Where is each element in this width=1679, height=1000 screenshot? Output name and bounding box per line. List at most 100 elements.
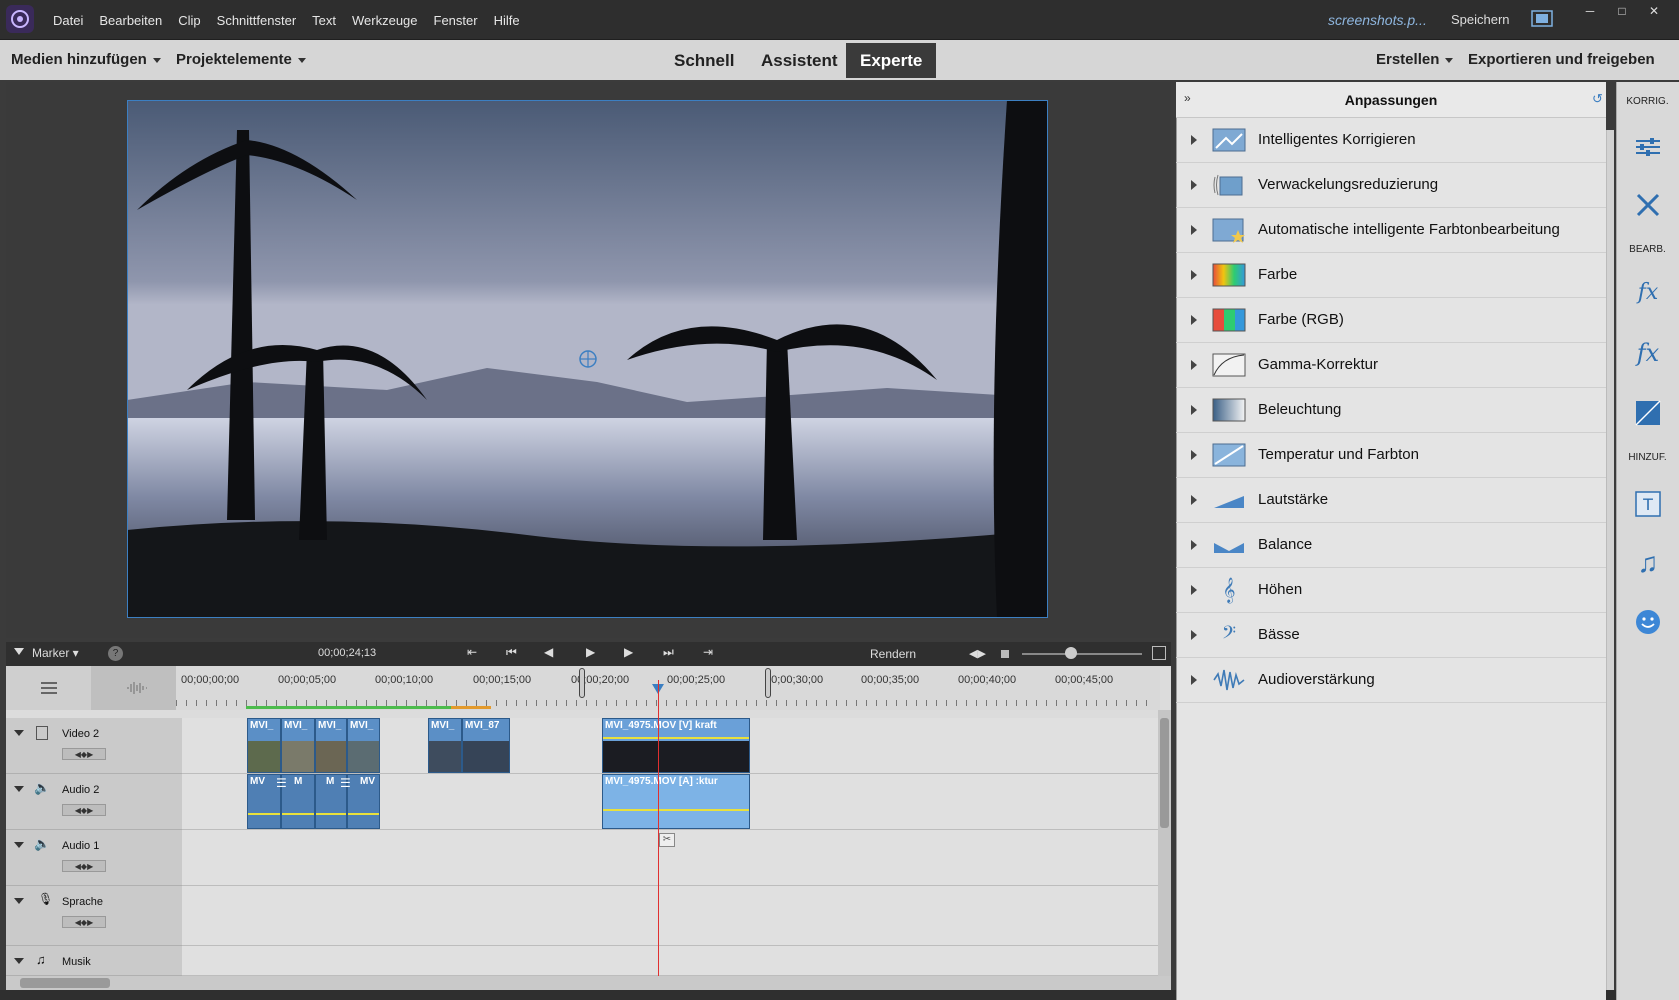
menu-datei[interactable]: Datei — [53, 13, 83, 28]
adjustment-item[interactable]: Beleuchtung — [1176, 388, 1606, 433]
menu-fenster[interactable]: Fenster — [434, 13, 478, 28]
fullscreen-icon[interactable] — [1531, 9, 1553, 29]
titles-text-icon[interactable]: T — [1631, 487, 1665, 521]
effects-icon[interactable]: fx — [1631, 336, 1665, 370]
track-sprache[interactable] — [182, 886, 1158, 946]
expand-arrow-icon[interactable] — [1191, 585, 1197, 595]
adjustment-item[interactable]: Automatische intelligente Farbtonbearbei… — [1176, 208, 1606, 253]
goto-out-icon[interactable]: ⇥ — [703, 645, 713, 659]
video-clip[interactable]: MVI_ — [247, 718, 281, 773]
opacity-line[interactable] — [603, 737, 749, 739]
timeline-horizontal-scroll-thumb[interactable] — [20, 978, 110, 988]
video-clip[interactable]: MVI_87 — [462, 718, 510, 773]
step-forward-icon[interactable]: ▶ — [624, 645, 633, 659]
audio-waveform-icon[interactable] — [91, 666, 182, 710]
video-preview-frame[interactable] — [127, 100, 1048, 618]
collapse-arrow-icon[interactable] — [14, 958, 24, 964]
expand-arrow-icon[interactable] — [1191, 450, 1197, 460]
audio-clip-main[interactable]: MVI_4975.MOV [A] :ktur — [602, 774, 750, 829]
adjustment-item[interactable]: Temperatur und Farbton — [1176, 433, 1606, 478]
close-icon[interactable]: ✕ — [1638, 2, 1670, 20]
panel-scrollbar[interactable] — [1606, 130, 1614, 990]
app-logo-icon[interactable] — [6, 5, 34, 33]
expand-arrow-icon[interactable] — [1191, 225, 1197, 235]
volume-line[interactable] — [248, 813, 280, 815]
video-clip[interactable]: MVI_ — [281, 718, 315, 773]
adjustment-item[interactable]: Audioverstärkung — [1176, 658, 1606, 703]
expand-arrow-icon[interactable] — [1191, 540, 1197, 550]
transition-icon[interactable]: ☰ — [340, 776, 351, 790]
track-header-audio-2[interactable]: 🔈 Audio 2 ◀◆▶ — [6, 774, 182, 830]
expand-arrow-icon[interactable] — [1191, 675, 1197, 685]
zoom-in-icon[interactable] — [1152, 646, 1166, 660]
maximize-icon[interactable]: □ — [1606, 2, 1638, 20]
project-elements-button[interactable]: Projektelemente — [176, 51, 306, 68]
expand-arrow-icon[interactable] — [1191, 270, 1197, 280]
menu-werkzeuge[interactable]: Werkzeuge — [352, 13, 418, 28]
track-header-sprache[interactable]: 🎙 Sprache ◀◆▶ — [6, 886, 182, 946]
play-icon[interactable]: ▶ — [586, 645, 595, 659]
add-media-button[interactable]: Medien hinzufügen — [11, 51, 161, 68]
render-button[interactable]: Rendern — [870, 647, 916, 661]
minimize-icon[interactable]: ─ — [1574, 2, 1606, 20]
track-header-video-2[interactable]: Video 2 ◀◆▶ — [6, 718, 182, 774]
track-header-audio-1[interactable]: 🔈 Audio 1 ◀◆▶ — [6, 830, 182, 886]
menu-clip[interactable]: Clip — [178, 13, 200, 28]
adjustments-sliders-icon[interactable] — [1631, 130, 1665, 164]
audio-clip[interactable]: MV — [347, 774, 380, 829]
playhead-line[interactable] — [658, 680, 659, 976]
transition-icon[interactable]: ☰ — [276, 776, 287, 790]
tab-experte[interactable]: Experte — [846, 43, 937, 78]
timeline-horizontal-scrollbar[interactable] — [6, 976, 1171, 990]
adjustment-item[interactable]: Farbe (RGB) — [1176, 298, 1606, 343]
work-area-end-handle[interactable] — [765, 668, 771, 698]
volume-line[interactable] — [282, 813, 314, 815]
time-ruler[interactable]: 00;00;00;00 00;00;05;00 00;00;10;00 00;0… — [176, 666, 1160, 710]
track-options-icon[interactable] — [6, 666, 91, 710]
adjustment-item[interactable]: Farbe — [1176, 253, 1606, 298]
expand-arrow-icon[interactable] — [1191, 135, 1197, 145]
goto-end-icon[interactable]: ⏭ — [663, 645, 674, 660]
video-clip[interactable]: MVI_ — [315, 718, 347, 773]
volume-line[interactable] — [348, 813, 379, 815]
collapse-arrow-icon[interactable] — [14, 898, 24, 904]
menu-hilfe[interactable]: Hilfe — [494, 13, 520, 28]
adjustment-item[interactable]: 𝄞 Höhen — [1176, 568, 1606, 613]
expand-arrow-icon[interactable] — [1191, 315, 1197, 325]
expand-arrow-icon[interactable] — [1191, 405, 1197, 415]
tab-schnell[interactable]: Schnell — [660, 43, 748, 78]
scissors-icon[interactable]: ✂ — [659, 833, 675, 847]
video-clip[interactable]: MVI_ — [347, 718, 380, 773]
keyframe-nav[interactable]: ◀◆▶ — [62, 804, 106, 816]
video-clip-main[interactable]: MVI_4975.MOV [V] kraft — [602, 718, 750, 773]
work-area-start-handle[interactable] — [579, 668, 585, 698]
menu-schnittfenster[interactable]: Schnittfenster — [217, 13, 297, 28]
zoom-fit-icon[interactable]: ◀▶ — [969, 647, 986, 660]
expand-arrow-icon[interactable] — [1191, 360, 1197, 370]
adjustment-item[interactable]: Balance — [1176, 523, 1606, 568]
tab-assistent[interactable]: Assistent — [747, 43, 852, 78]
goto-in-icon[interactable]: ⇤ — [467, 645, 477, 659]
create-button[interactable]: Erstellen — [1376, 51, 1454, 68]
zoom-slider[interactable] — [1022, 653, 1142, 655]
collapse-arrow-icon[interactable] — [14, 730, 24, 736]
adjustment-item[interactable]: Verwackelungsreduzierung — [1176, 163, 1606, 208]
adjustment-item[interactable]: Gamma-Korrektur — [1176, 343, 1606, 388]
project-name-link[interactable]: screenshots.p... — [1328, 12, 1427, 28]
transitions-icon[interactable] — [1631, 396, 1665, 430]
timeline-vertical-scroll-thumb[interactable] — [1160, 718, 1169, 828]
graphics-smiley-icon[interactable] — [1631, 605, 1665, 639]
volume-line[interactable] — [603, 809, 749, 811]
reset-icon[interactable]: ↺ — [1592, 91, 1603, 107]
collapse-arrow-icon[interactable] — [14, 842, 24, 848]
goto-start-icon[interactable]: ⏮ — [506, 645, 517, 660]
marker-dropdown[interactable]: Marker ▾ — [32, 646, 79, 660]
video-clip[interactable]: MVI_ — [428, 718, 462, 773]
adjustment-item[interactable]: 𝄢 Bässe — [1176, 613, 1606, 658]
adjustment-item[interactable]: Intelligentes Korrigieren — [1176, 118, 1606, 163]
timecode-display[interactable]: 00;00;24;13 — [318, 647, 376, 659]
adjustment-item[interactable]: Lautstärke — [1176, 478, 1606, 523]
keyframe-nav[interactable]: ◀◆▶ — [62, 860, 106, 872]
keyframe-nav[interactable]: ◀◆▶ — [62, 748, 106, 760]
tools-icon[interactable] — [1631, 188, 1665, 222]
